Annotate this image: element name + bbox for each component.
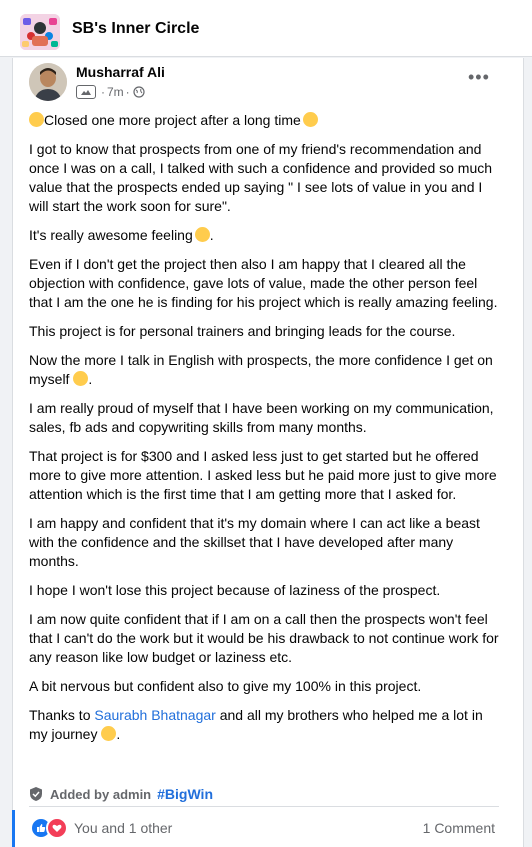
post-paragraph: I am now quite confident that if I am on…: [29, 611, 499, 665]
post-content: Closed one more project after a long tim…: [29, 111, 499, 754]
group-header: SB's Inner Circle: [0, 0, 532, 57]
post-paragraph: I got to know that prospects from one of…: [29, 141, 493, 214]
post-paragraph: Closed one more project after a long tim…: [29, 111, 499, 130]
post-paragraph: That project is for $300 and I asked les…: [29, 448, 497, 502]
comments-count[interactable]: 1 Comment: [423, 820, 495, 836]
love-reaction-icon: [46, 817, 68, 839]
post-meta: · 7m ·: [76, 84, 145, 100]
reactions-summary[interactable]: You and 1 other: [30, 817, 172, 839]
post-paragraph: This project is for personal trainers an…: [29, 323, 456, 339]
post-paragraph: I am really proud of myself that I have …: [29, 400, 494, 435]
grinning-emoji-icon: [101, 726, 117, 741]
admin-shield-icon: [29, 786, 50, 802]
reactions-text[interactable]: You and 1 other: [74, 820, 172, 836]
focus-accent-bar: [12, 810, 15, 847]
author-name[interactable]: Musharraf Ali: [76, 64, 165, 80]
smiling-hearts-emoji-icon: [29, 112, 44, 127]
post-paragraph: It's really awesome feeling.: [29, 227, 214, 243]
mention-link[interactable]: Saurabh Bhatnagar: [94, 707, 215, 723]
post-paragraph: Even if I don't get the project then als…: [29, 256, 498, 310]
sunglasses-emoji-icon: [302, 112, 318, 127]
post-time[interactable]: 7m: [107, 85, 124, 99]
time-separator: ·: [101, 85, 105, 99]
divider: [29, 806, 499, 807]
post-paragraph: A bit nervous but confident also to give…: [29, 678, 422, 694]
post-paragraph: I hope I won't lose this project because…: [29, 582, 441, 598]
member-badge-icon: [76, 85, 96, 99]
post-paragraph: Thanks to Saurabh Bhatnagar and all my b…: [29, 707, 483, 742]
time-separator-2: ·: [125, 85, 130, 99]
post-paragraph: I am happy and confident that it's my do…: [29, 515, 480, 569]
added-by-label: Added by admin: [50, 786, 152, 802]
grin-emoji-icon: [73, 371, 89, 386]
public-globe-icon: [133, 86, 145, 98]
author-avatar[interactable]: [29, 63, 67, 101]
group-avatar[interactable]: [20, 14, 60, 50]
hashtag-link[interactable]: #BigWin: [157, 786, 213, 802]
more-options-icon[interactable]: •••: [468, 68, 489, 86]
group-title[interactable]: SB's Inner Circle: [72, 20, 199, 38]
post-paragraph: Now the more I talk in English with pros…: [29, 352, 493, 387]
admin-tag: Added by admin #BigWin: [29, 785, 213, 803]
smile-emoji-icon: [194, 227, 210, 242]
